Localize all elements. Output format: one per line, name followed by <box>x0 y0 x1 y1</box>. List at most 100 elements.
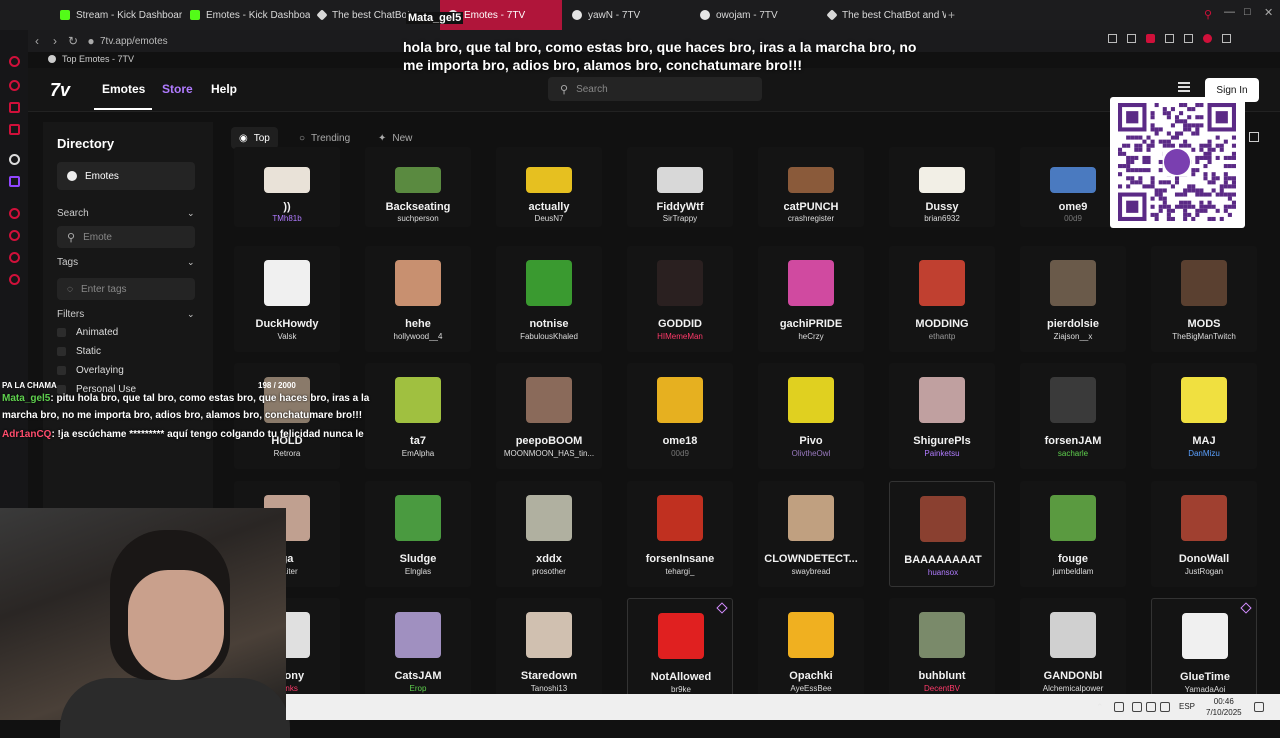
chevron-down-icon[interactable]: ⌄ <box>187 309 195 320</box>
emote-image[interactable] <box>919 612 965 658</box>
emote-author[interactable]: br9ke <box>628 685 734 694</box>
filter-animated[interactable]: Animated <box>57 327 118 338</box>
grid-view-icon[interactable] <box>1249 132 1259 142</box>
emote-author[interactable]: HIMemeMan <box>627 332 733 341</box>
emote-card[interactable]: MAJ DanMizu <box>1151 363 1257 469</box>
filter-static[interactable]: Static <box>57 346 101 357</box>
checkbox[interactable] <box>57 366 66 375</box>
emote-image[interactable] <box>1182 613 1228 659</box>
emote-card[interactable]: fouge jumbeldlam <box>1020 481 1126 587</box>
emote-author[interactable]: TheBigManTwitch <box>1151 332 1257 341</box>
filter-overlaying[interactable]: Overlaying <box>57 365 124 376</box>
notification-icon[interactable] <box>1254 702 1264 712</box>
emote-author[interactable]: Alchemicalpower <box>1020 684 1126 693</box>
emote-card[interactable]: FiddyWtf SirTrappy <box>627 147 733 227</box>
emote-image[interactable] <box>788 612 834 658</box>
clock-icon[interactable] <box>9 230 20 241</box>
emote-image[interactable] <box>788 495 834 541</box>
emote-image[interactable] <box>657 377 703 423</box>
emote-card[interactable]: BAAAAAAAAT huansox <box>889 481 995 587</box>
emote-image[interactable] <box>1050 612 1096 658</box>
twitch-icon[interactable] <box>9 176 20 187</box>
emote-author[interactable]: DecentBV <box>889 684 995 693</box>
emote-author[interactable]: YamadaAoi <box>1152 685 1258 694</box>
emote-card[interactable]: NotAllowed br9ke <box>627 598 733 704</box>
emote-author[interactable]: EmAlpha <box>365 449 471 458</box>
emote-author[interactable]: MOONMOON_HAS_tin... <box>496 449 602 458</box>
browser-tab[interactable]: owojam - 7TV <box>692 0 820 30</box>
url-text[interactable]: 7tv.app/emotes <box>100 36 168 47</box>
clock[interactable]: 00:46 7/10/2025 <box>1206 696 1242 718</box>
emote-author[interactable]: brian6932 <box>889 214 995 223</box>
tab-new[interactable]: ✦ New <box>370 127 420 149</box>
rail-icon[interactable] <box>9 80 20 91</box>
emote-card[interactable]: Staredown Tanoshi13 <box>496 598 602 704</box>
emote-image[interactable] <box>788 167 834 193</box>
emote-card[interactable]: GlueTime YamadaAoi <box>1151 598 1257 704</box>
checkbox[interactable] <box>57 328 66 337</box>
emote-author[interactable]: crashregister <box>758 214 864 223</box>
search-section-label[interactable]: Search <box>57 208 89 219</box>
emote-image[interactable] <box>920 496 966 542</box>
emote-author[interactable]: DanMizu <box>1151 449 1257 458</box>
tags-input[interactable]: ◌ Enter tags <box>57 278 195 300</box>
emote-author[interactable]: tehargi_ <box>627 567 733 576</box>
emote-author[interactable]: huansox <box>890 568 996 577</box>
emote-author[interactable]: Painketsu <box>889 449 995 458</box>
emote-image[interactable] <box>1181 495 1227 541</box>
chevron-down-icon[interactable]: ⌄ <box>187 257 195 268</box>
emote-card[interactable]: Dussy brian6932 <box>889 147 995 227</box>
emote-card[interactable]: DuckHowdy Valsk <box>234 246 340 352</box>
emote-author[interactable]: 00d9 <box>627 449 733 458</box>
emote-card[interactable]: gachiPRIDE heCrzy <box>758 246 864 352</box>
emote-card[interactable]: Sludge Elnglas <box>365 481 471 587</box>
emote-search-input[interactable]: ⚲ Emote <box>57 226 195 248</box>
search-input[interactable]: ⚲ Search <box>548 77 762 101</box>
rail-icon[interactable] <box>9 208 20 219</box>
emote-author[interactable]: JustRogan <box>1151 567 1257 576</box>
browser-tab[interactable]: The best ChatBot <box>310 0 420 30</box>
emote-card[interactable]: xddx prosother <box>496 481 602 587</box>
7tv-logo[interactable]: 7v <box>50 80 70 101</box>
emote-image[interactable] <box>788 377 834 423</box>
extension-icon[interactable] <box>1165 34 1174 43</box>
emote-author[interactable]: Valsk <box>234 332 340 341</box>
emote-card[interactable]: GANDONbl Alchemicalpower <box>1020 598 1126 704</box>
rail-icon[interactable] <box>9 56 20 67</box>
emote-card[interactable]: buhblunt DecentBV <box>889 598 995 704</box>
volume-icon[interactable] <box>1146 702 1156 712</box>
reload-icon[interactable]: ↻ <box>64 34 82 48</box>
emote-image[interactable] <box>395 612 441 658</box>
chevron-down-icon[interactable]: ⌄ <box>187 208 195 219</box>
emote-image[interactable] <box>1050 167 1096 193</box>
browser-tab[interactable]: yawN - 7TV <box>564 0 692 30</box>
emote-author[interactable]: prosother <box>496 567 602 576</box>
emote-image[interactable] <box>1181 377 1227 423</box>
emote-author[interactable]: Tanoshi13 <box>496 684 602 693</box>
maximize-icon[interactable]: □ <box>1244 6 1251 18</box>
network-icon[interactable] <box>1132 702 1142 712</box>
emote-image[interactable] <box>1050 260 1096 306</box>
emote-image[interactable] <box>788 260 834 306</box>
emote-card[interactable]: Pivo OlivtheOwl <box>758 363 864 469</box>
emote-author[interactable]: Erop <box>365 684 471 693</box>
emote-image[interactable] <box>526 260 572 306</box>
language-indicator[interactable]: ESP <box>1179 702 1195 711</box>
emote-card[interactable]: MODDING ethantp <box>889 246 995 352</box>
emote-image[interactable] <box>526 495 572 541</box>
emote-author[interactable]: Ziajson__x <box>1020 332 1126 341</box>
emote-card[interactable]: Backseating suchperson <box>365 147 471 227</box>
emote-image[interactable] <box>919 377 965 423</box>
emote-card[interactable]: Opachki AyeEssBee <box>758 598 864 704</box>
emote-card[interactable]: )) TMh81b <box>234 147 340 227</box>
7tv-icon[interactable] <box>9 154 20 165</box>
emote-author[interactable]: swaybread <box>758 567 864 576</box>
play-icon[interactable] <box>1184 34 1193 43</box>
emote-author[interactable]: jumbeldlam <box>1020 567 1126 576</box>
browser-tab[interactable]: The best ChatBot and W <box>820 0 946 30</box>
emote-image[interactable] <box>919 260 965 306</box>
rail-icon[interactable] <box>9 102 20 113</box>
new-tab-icon[interactable]: + <box>948 8 955 22</box>
battery-icon[interactable] <box>1160 702 1170 712</box>
emote-image[interactable] <box>919 167 965 193</box>
